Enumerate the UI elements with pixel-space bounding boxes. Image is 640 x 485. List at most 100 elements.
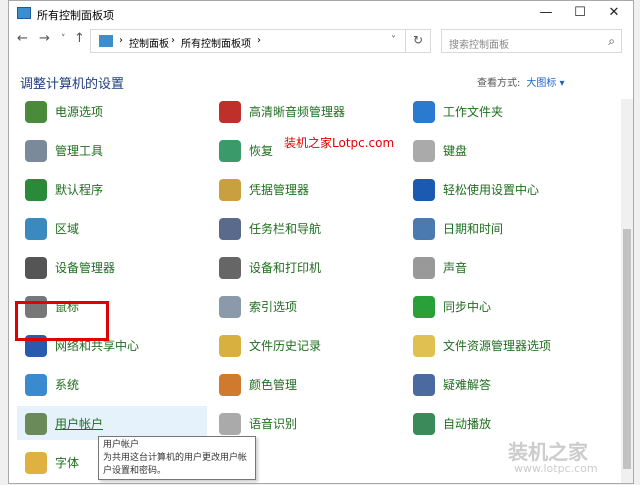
item-label: 工作文件夹 bbox=[443, 105, 504, 119]
control-panel-item[interactable]: 设备管理器 bbox=[17, 250, 207, 284]
item-label: 凭据管理器 bbox=[249, 183, 310, 197]
item-icon bbox=[219, 296, 241, 318]
control-panel-item[interactable]: 自动播放 bbox=[405, 406, 595, 440]
item-icon bbox=[25, 257, 47, 279]
item-label: 键盘 bbox=[443, 144, 468, 158]
item-icon bbox=[413, 335, 435, 357]
item-icon bbox=[219, 413, 241, 435]
control-panel-item[interactable]: 设备和打印机 bbox=[211, 250, 401, 284]
tooltip-text: 为共用这台计算机的用户更改用户帐户设置和密码。 bbox=[103, 453, 248, 476]
up-button[interactable]: ↑ bbox=[74, 31, 85, 46]
recent-locations-button[interactable]: ˅ bbox=[61, 34, 66, 44]
page-title: 调整计算机的设置 bbox=[20, 77, 125, 92]
item-icon bbox=[219, 101, 241, 123]
item-icon bbox=[413, 218, 435, 240]
view-by-dropdown[interactable]: 大图标 ▾ bbox=[526, 78, 564, 89]
control-panel-item[interactable]: 任务栏和导航 bbox=[211, 211, 401, 245]
item-label: 颜色管理 bbox=[249, 378, 298, 392]
control-panel-items: 电源选项 高清晰音频管理器 工作文件夹 管理工具 恢复 键盘 默认程序 凭据管理器 轻松使用设置… bbox=[9, 99, 619, 485]
control-panel-item[interactable]: 管理工具 bbox=[17, 133, 207, 167]
control-panel-item[interactable]: 声音 bbox=[405, 250, 595, 284]
search-input[interactable]: 搜索控制面板 ⌕ bbox=[441, 29, 622, 53]
item-label: 用户帐户 bbox=[55, 417, 104, 431]
control-panel-item[interactable]: 电源选项 bbox=[17, 99, 207, 128]
refresh-button[interactable]: ↻ bbox=[405, 29, 431, 53]
title-bar: 所有控制面板项 — ☐ ✕ bbox=[9, 1, 633, 27]
item-label: 日期和时间 bbox=[443, 222, 504, 236]
breadcrumb-sep: › bbox=[171, 35, 175, 46]
item-label: 字体 bbox=[55, 456, 80, 470]
item-icon bbox=[413, 140, 435, 162]
item-icon bbox=[413, 296, 435, 318]
control-panel-item[interactable]: 文件资源管理器选项 bbox=[405, 328, 595, 362]
forward-button[interactable]: → bbox=[39, 31, 50, 46]
item-label: 电源选项 bbox=[55, 105, 104, 119]
control-panel-item[interactable]: 文件历史记录 bbox=[211, 328, 401, 362]
item-icon bbox=[413, 374, 435, 396]
control-panel-item[interactable]: 疑难解答 bbox=[405, 367, 595, 401]
back-button[interactable]: ← bbox=[17, 31, 28, 46]
close-button[interactable]: ✕ bbox=[599, 5, 629, 20]
item-icon bbox=[413, 413, 435, 435]
item-label: 管理工具 bbox=[55, 144, 104, 158]
item-label: 语音识别 bbox=[249, 417, 298, 431]
search-icon[interactable]: ⌕ bbox=[608, 34, 615, 49]
item-icon bbox=[413, 101, 435, 123]
address-dropdown[interactable]: ˅ bbox=[391, 35, 396, 46]
control-panel-item[interactable]: 用户帐户 bbox=[17, 406, 207, 440]
item-label: 文件资源管理器选项 bbox=[443, 339, 552, 353]
control-panel-item[interactable]: 语音识别 bbox=[211, 406, 401, 440]
control-panel-item[interactable]: 键盘 bbox=[405, 133, 595, 167]
control-panel-item[interactable]: 区域 bbox=[17, 211, 207, 245]
breadcrumb-sep: › bbox=[257, 35, 261, 46]
watermark-text: 装机之家Lotpc.com bbox=[284, 136, 395, 150]
control-panel-item[interactable]: 默认程序 bbox=[17, 172, 207, 206]
watermark-url: www.lotpc.com bbox=[514, 462, 598, 475]
item-icon bbox=[219, 140, 241, 162]
control-panel-icon bbox=[99, 35, 113, 47]
item-icon bbox=[219, 218, 241, 240]
item-icon bbox=[25, 179, 47, 201]
item-label: 默认程序 bbox=[55, 183, 104, 197]
item-icon bbox=[25, 413, 47, 435]
control-panel-window: 所有控制面板项 — ☐ ✕ ← → ˅ ↑ › 控制面板 › 所有控制面板项 ›… bbox=[8, 0, 634, 484]
item-label: 轻松使用设置中心 bbox=[443, 183, 540, 197]
minimize-button[interactable]: — bbox=[531, 5, 561, 20]
item-label: 自动播放 bbox=[443, 417, 492, 431]
item-icon bbox=[25, 218, 47, 240]
breadcrumb-sep: › bbox=[119, 35, 123, 46]
item-icon bbox=[25, 101, 47, 123]
watermark-logo: 装机之家 bbox=[508, 440, 588, 464]
item-icon bbox=[25, 140, 47, 162]
control-panel-item[interactable]: 高清晰音频管理器 bbox=[211, 99, 401, 128]
breadcrumb-control-panel[interactable]: 控制面板 bbox=[129, 35, 169, 50]
maximize-button[interactable]: ☐ bbox=[565, 5, 595, 20]
item-label: 声音 bbox=[443, 261, 468, 275]
control-panel-item[interactable]: 索引选项 bbox=[211, 289, 401, 323]
control-panel-item[interactable]: 同步中心 bbox=[405, 289, 595, 323]
item-icon bbox=[25, 374, 47, 396]
control-panel-item[interactable]: 系统 bbox=[17, 367, 207, 401]
item-icon bbox=[413, 257, 435, 279]
item-label: 文件历史记录 bbox=[249, 339, 322, 353]
tooltip-title: 用户帐户 bbox=[103, 440, 140, 450]
item-label: 设备和打印机 bbox=[249, 261, 322, 275]
control-panel-item[interactable]: 颜色管理 bbox=[211, 367, 401, 401]
item-label: 区域 bbox=[55, 222, 80, 236]
breadcrumb-all-items[interactable]: 所有控制面板项 bbox=[181, 35, 251, 50]
control-panel-item[interactable]: 工作文件夹 bbox=[405, 99, 595, 128]
scrollbar[interactable] bbox=[621, 99, 633, 483]
view-by-label: 查看方式: bbox=[477, 78, 521, 89]
item-label: 设备管理器 bbox=[55, 261, 116, 275]
scrollbar-thumb[interactable] bbox=[623, 229, 631, 469]
item-icon bbox=[219, 374, 241, 396]
address-bar[interactable]: › 控制面板 › 所有控制面板项 › ˅ bbox=[90, 29, 431, 53]
tooltip: 用户帐户 为共用这台计算机的用户更改用户帐户设置和密码。 bbox=[98, 436, 256, 480]
control-panel-icon bbox=[17, 7, 31, 19]
item-label: 任务栏和导航 bbox=[249, 222, 322, 236]
control-panel-item[interactable]: 凭据管理器 bbox=[211, 172, 401, 206]
highlight-box bbox=[15, 301, 109, 341]
control-panel-item[interactable]: 日期和时间 bbox=[405, 211, 595, 245]
item-icon bbox=[219, 335, 241, 357]
control-panel-item[interactable]: 轻松使用设置中心 bbox=[405, 172, 595, 206]
